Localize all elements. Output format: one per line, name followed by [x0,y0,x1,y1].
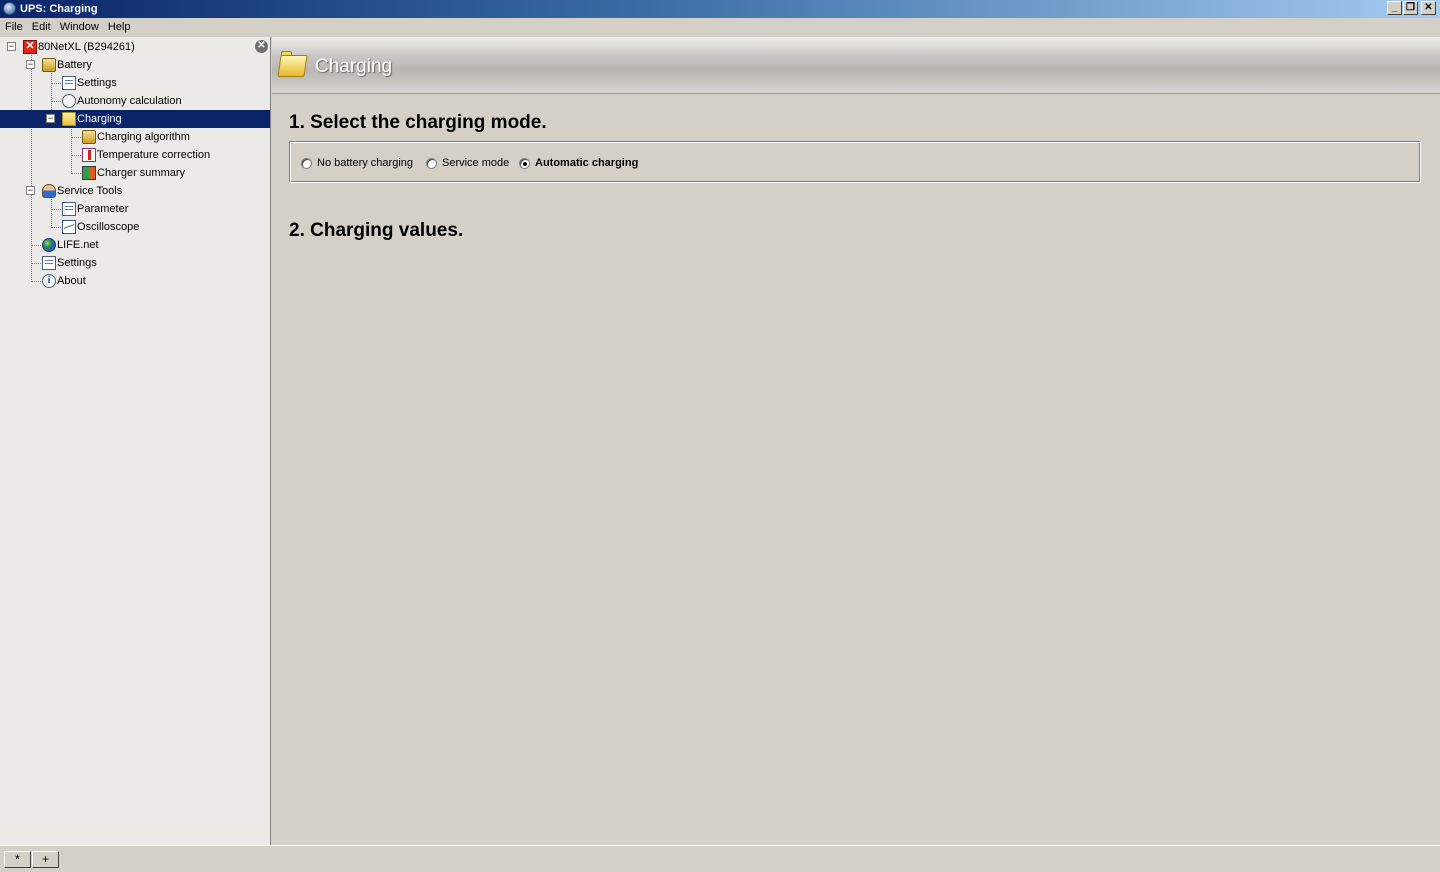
tree-item-lifenet[interactable]: LIFE.net [0,236,250,254]
tree-item-oscilloscope[interactable]: Oscilloscope [0,218,250,236]
thermometer-icon [82,148,96,162]
battery-icon [42,58,56,72]
tree-item-label: Battery [57,59,92,71]
menu-help[interactable]: Help [108,18,136,37]
radio-button[interactable] [301,157,312,169]
tree-item-label: Settings [77,77,117,89]
menu-edit[interactable]: Edit [32,18,56,37]
tree-item-root[interactable]: − ✕ 80NetXL (B294261) [0,38,250,56]
menu-file[interactable]: File [5,18,28,37]
radio-label: Service mode [442,157,510,169]
navigation-tree: ✕ − ✕ 80NetXL (B294261) − Battery Settin… [0,37,271,845]
collapse-icon[interactable]: − [7,42,16,51]
tree-item-temperature-correction[interactable]: Temperature correction [0,146,250,164]
tree-item-charging-algorithm[interactable]: Charging algorithm [0,128,250,146]
close-window-button[interactable]: ✕ [1421,1,1436,15]
tree-item-label: Parameter [77,203,129,215]
tree-item-battery[interactable]: − Battery [0,56,250,74]
tree-item-service-tools[interactable]: − Service Tools [0,182,250,200]
window-controls: _ ❐ ✕ [1387,1,1436,15]
tree-item-label: Service Tools [57,185,123,197]
tree-item-settings[interactable]: Settings [0,254,250,272]
error-icon: ✕ [23,40,37,54]
radio-service-mode[interactable]: Service mode [426,156,509,170]
collapse-icon[interactable]: − [26,186,35,195]
oscilloscope-icon [62,220,76,234]
add-button[interactable]: + [32,851,59,868]
tree-item-about[interactable]: i About [0,272,250,290]
tree-item-autonomy-calculation[interactable]: Autonomy calculation [0,92,250,110]
collapse-icon[interactable]: − [26,60,35,69]
document-icon [62,202,76,216]
tree-item-label: LIFE.net [57,239,99,251]
tree-item-label: Settings [57,257,97,269]
person-icon [42,184,56,198]
section-charging-values-title: 2. Charging values. [289,220,464,241]
radio-button-selected[interactable] [519,157,530,169]
tree-item-label: Charging algorithm [97,131,190,143]
main-content: Charging 1. Select the charging mode. No… [272,37,1440,845]
summary-icon [82,166,96,180]
radio-button[interactable] [426,157,437,169]
page-header: Charging [272,37,1440,94]
tree-item-label: Charger summary [97,167,186,179]
folder-icon [277,51,308,77]
tree-item-label: Autonomy calculation [77,95,182,107]
bottom-toolbar: * + [0,845,1440,872]
folder-icon [62,112,76,126]
title-bar: UPS: Charging _ ❐ ✕ [0,0,1440,18]
tree-item-battery-settings[interactable]: Settings [0,74,250,92]
tree-item-label: Temperature correction [97,149,211,161]
battery-icon [82,130,96,144]
window-title: UPS: Charging [20,3,98,15]
close-tree-icon[interactable]: ✕ [255,40,268,53]
charging-mode-group: No battery charging Service mode Automat… [289,141,1421,183]
radio-label: No battery charging [317,157,413,169]
star-button[interactable]: * [4,851,31,868]
app-globe-icon [3,2,16,15]
stopwatch-icon [62,94,76,108]
section-charging-mode-title: 1. Select the charging mode. [289,112,547,133]
radio-no-battery-charging[interactable]: No battery charging [301,156,413,170]
tree-item-charging[interactable]: − Charging [0,110,270,128]
radio-label: Automatic charging [535,157,639,169]
tree-item-label: About [57,275,86,287]
restore-button[interactable]: ❐ [1403,1,1418,15]
tree-item-label: 80NetXL (B294261) [38,41,135,53]
menu-window[interactable]: Window [60,18,104,37]
tree-item-charger-summary[interactable]: Charger summary [0,164,250,182]
minimize-button[interactable]: _ [1387,1,1402,15]
radio-automatic-charging[interactable]: Automatic charging [519,156,638,170]
menu-bar: File Edit Window Help [0,18,1440,37]
info-icon: i [42,274,56,288]
tree-item-parameter[interactable]: Parameter [0,200,250,218]
page-title: Charging [315,56,393,77]
tree-item-label: Charging [77,113,122,125]
collapse-icon[interactable]: − [46,114,55,123]
document-icon [62,76,76,90]
document-icon [42,256,56,270]
tree-item-label: Oscilloscope [77,221,140,233]
globe-icon [42,238,56,252]
